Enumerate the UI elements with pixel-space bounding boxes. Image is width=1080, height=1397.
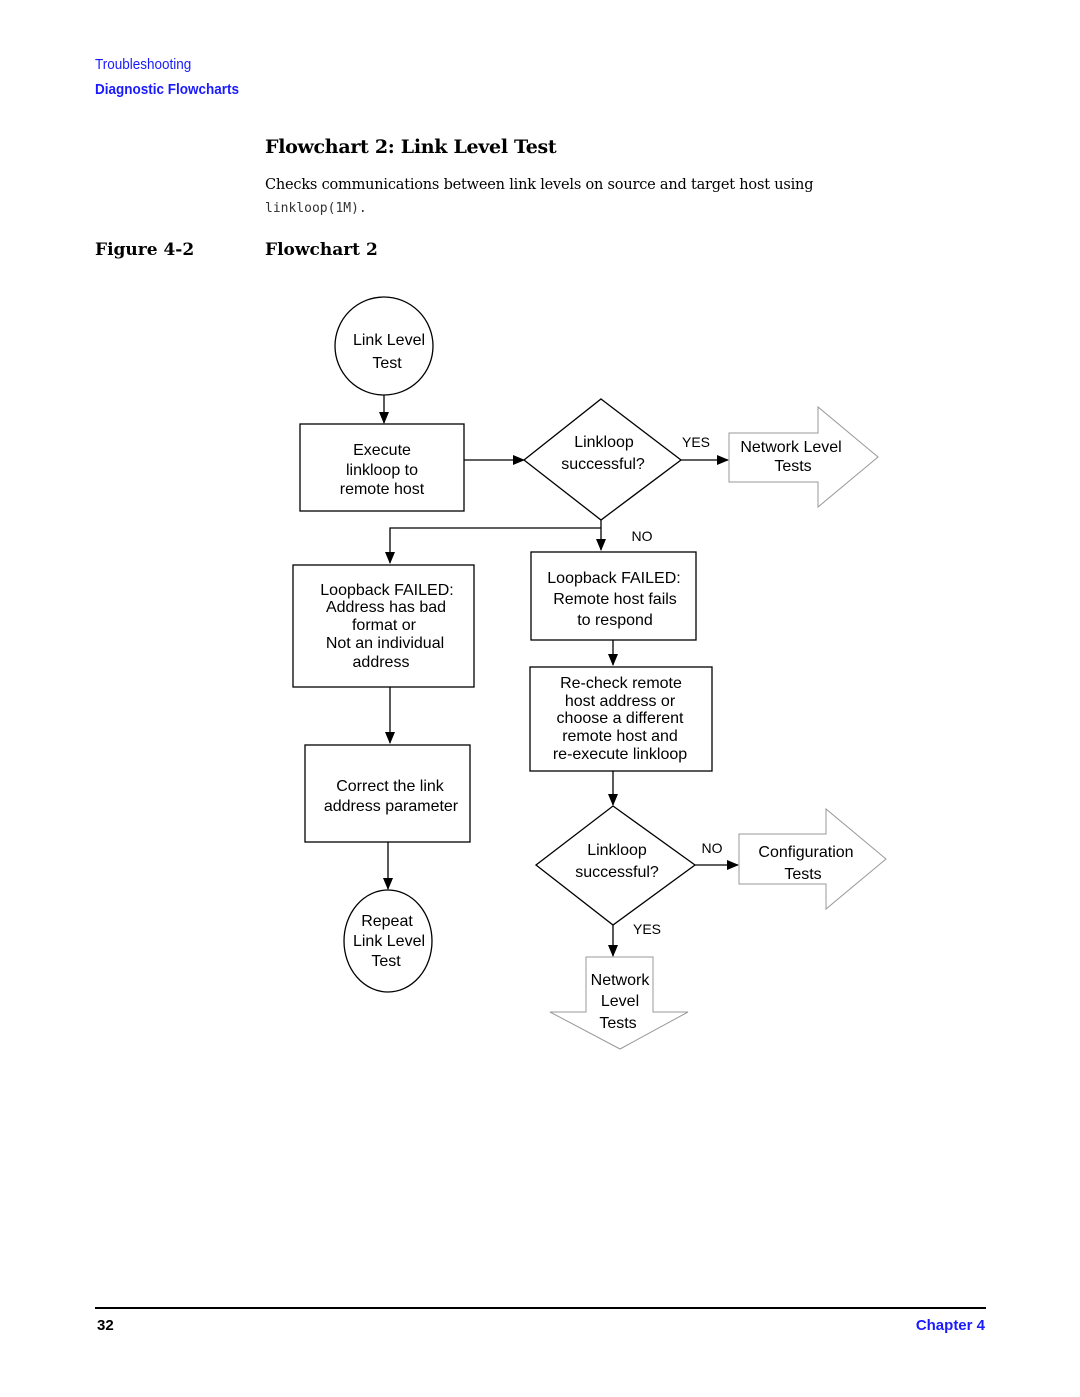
config-line-1: Configuration xyxy=(758,844,853,861)
fail-resp-line-3: to respond xyxy=(577,612,653,629)
fail-bad-line-1: Loopback FAILED: xyxy=(320,582,453,599)
footer-chapter-link[interactable]: Chapter 4 xyxy=(916,1317,985,1334)
recheck-line-4: remote host and xyxy=(562,728,678,745)
recheck-line-3: choose a different xyxy=(557,710,684,727)
repeat-line-3: Test xyxy=(371,953,401,970)
network-down-line-2: Level xyxy=(601,993,639,1010)
decision2-yes-label: YES xyxy=(633,921,661,937)
correct-line-2: address parameter xyxy=(324,798,459,815)
network-down-line-1: Network xyxy=(591,972,651,989)
repeat-line-2: Link Level xyxy=(353,933,425,950)
start-line-1: Link Level xyxy=(353,332,425,349)
end-terminal-repeat-test: Repeat Link Level Test xyxy=(343,889,433,993)
page-number: 32 xyxy=(97,1317,114,1334)
decision2-no-label: NO xyxy=(702,840,723,856)
fail-bad-line-4: Not an individual xyxy=(326,635,444,652)
repeat-line-1: Repeat xyxy=(361,913,413,930)
network-right-line-2: Tests xyxy=(774,458,811,475)
offpage-configuration-tests: Configuration Tests xyxy=(738,807,887,911)
fail-resp-line-1: Loopback FAILED: xyxy=(547,570,680,587)
footer-divider xyxy=(95,1307,986,1309)
fail-bad-line-5: address xyxy=(353,654,410,671)
flowchart-diagram: Link Level Test Execute linkloop to remo… xyxy=(292,296,887,1050)
fail-bad-line-3: format or xyxy=(352,617,417,634)
decision2-line-1: Linkloop xyxy=(587,842,647,859)
execute-line-1: Execute xyxy=(353,442,411,459)
decision1-yes-label: YES xyxy=(682,434,710,450)
process-recheck-remote-host: Re-check remote host address or choose a… xyxy=(529,666,713,772)
process-fail-bad-address: Loopback FAILED: Address has bad format … xyxy=(292,564,475,688)
decision1-line-2: successful? xyxy=(561,456,645,473)
decision-linkloop-successful-2: Linkloop successful? xyxy=(534,805,697,926)
fail-bad-line-2: Address has bad xyxy=(326,599,446,616)
correct-line-1: Correct the link xyxy=(336,778,445,795)
decision1-line-1: Linkloop xyxy=(574,434,634,451)
config-line-2: Tests xyxy=(784,866,821,883)
decision1-no-label: NO xyxy=(632,528,653,544)
process-correct-link-address: Correct the link address parameter xyxy=(304,744,471,843)
fail-resp-line-2: Remote host fails xyxy=(553,591,677,608)
decision-linkloop-successful-1: Linkloop successful? xyxy=(522,398,683,521)
process-fail-no-response: Loopback FAILED: Remote host fails to re… xyxy=(530,551,697,641)
start-line-2: Test xyxy=(372,355,402,372)
network-right-line-1: Network Level xyxy=(740,439,841,456)
execute-line-3: remote host xyxy=(340,481,425,498)
recheck-line-2: host address or xyxy=(565,693,676,710)
recheck-line-1: Re-check remote xyxy=(560,675,682,692)
offpage-network-level-tests: Network Level Tests xyxy=(728,405,879,509)
recheck-line-5: re-execute linkloop xyxy=(553,746,687,763)
start-terminal: Link Level Test xyxy=(334,296,434,396)
network-down-line-3: Tests xyxy=(599,1015,636,1032)
process-execute-linkloop: Execute linkloop to remote host xyxy=(299,423,465,512)
execute-line-2: linkloop to xyxy=(346,462,418,479)
offpage-network-level-tests-down: Network Level Tests xyxy=(549,956,689,1050)
decision2-line-2: successful? xyxy=(575,864,659,881)
